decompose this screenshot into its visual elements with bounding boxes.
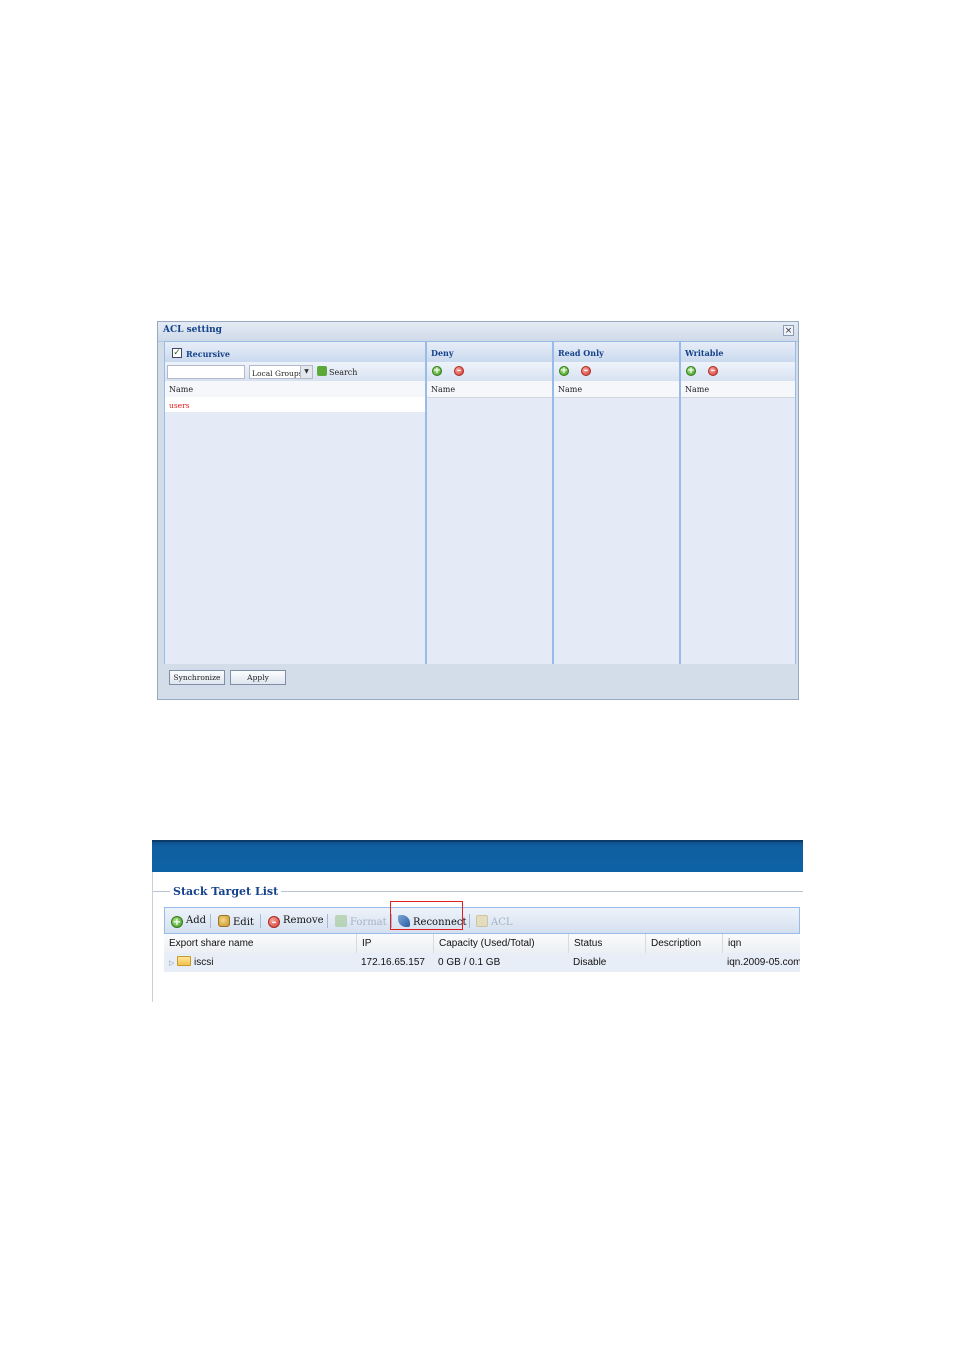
format-button[interactable]: Format <box>335 915 387 928</box>
deny-panel-title: Deny <box>431 348 454 358</box>
cell-status: Disable <box>573 957 607 968</box>
edit-button[interactable]: Edit <box>218 915 254 928</box>
add-icon[interactable]: + <box>686 366 696 376</box>
acl-setting-window: ACL setting × ✓ Recursive Local Groups ▼… <box>157 321 799 700</box>
users-groups-panel: ✓ Recursive Local Groups ▼ Search Name u… <box>164 341 426 665</box>
format-button-label: Format <box>350 917 387 928</box>
add-icon[interactable]: + <box>432 366 442 376</box>
add-button-label: Add <box>186 915 207 926</box>
column-header-iqn[interactable]: iqn <box>722 934 800 953</box>
recursive-checkbox[interactable]: ✓ <box>172 348 182 358</box>
remove-icon[interactable]: – <box>581 366 591 376</box>
column-header-description[interactable]: Description <box>645 934 722 953</box>
list-item[interactable]: users <box>165 397 425 412</box>
stack-target-list-title: Stack Target List <box>170 885 282 898</box>
acl-window-titlebar[interactable]: ACL setting × <box>158 322 798 342</box>
table-header-row: Export share name IP Capacity (Used/Tota… <box>164 934 800 954</box>
cell-iqn: iqn.2009-05.com <box>727 957 800 968</box>
cell-ip: 172.16.65.157 <box>361 957 425 968</box>
column-header-capacity[interactable]: Capacity (Used/Total) <box>433 934 568 953</box>
remove-icon[interactable]: – <box>454 366 464 376</box>
users-column-header[interactable]: Name <box>165 381 425 398</box>
format-icon <box>335 915 347 927</box>
search-button[interactable]: Search <box>317 366 357 378</box>
add-icon[interactable]: + <box>559 366 569 376</box>
deny-panel: Deny + – Name <box>426 341 553 665</box>
read-only-column-name: Name <box>558 385 583 394</box>
remove-button-label: Remove <box>283 915 324 926</box>
stack-target-toolbar: + Add Edit – Remove Format Reconnect ACL <box>164 907 800 934</box>
remove-button[interactable]: – Remove <box>268 915 324 928</box>
add-icon: + <box>171 916 183 928</box>
users-column-name: Name <box>169 385 194 394</box>
stack-target-body: Stack Target List + Add Edit – Remove Form… <box>152 872 803 1002</box>
writable-panel-header: Writable <box>681 342 795 363</box>
toolbar-separator <box>260 914 261 928</box>
cell-description <box>645 953 722 972</box>
column-header-status[interactable]: Status <box>568 934 645 953</box>
table-row[interactable]: ▷ iscsi 172.16.65.157 0 GB / 0.1 GB Disab… <box>164 953 800 972</box>
header-banner <box>152 840 803 872</box>
deny-column-name: Name <box>431 385 456 394</box>
column-header-ip[interactable]: IP <box>356 934 433 953</box>
edit-button-label: Edit <box>233 917 254 928</box>
writable-panel-toolbar: + – <box>681 362 795 382</box>
add-button[interactable]: + Add <box>171 915 206 928</box>
deny-column-header[interactable]: Name <box>427 381 552 398</box>
list-item-label: users <box>169 401 190 410</box>
search-button-label: Search <box>329 368 358 377</box>
deny-panel-header: Deny <box>427 342 552 363</box>
acl-button[interactable]: ACL <box>476 915 513 928</box>
remove-icon[interactable]: – <box>708 366 718 376</box>
acl-window-title: ACL setting <box>163 325 222 335</box>
remove-icon: – <box>268 916 280 928</box>
group-type-select[interactable]: Local Groups ▼ <box>249 365 313 379</box>
deny-panel-toolbar: + – <box>427 362 552 382</box>
writable-panel-title: Writable <box>685 348 724 358</box>
edit-icon <box>218 915 230 927</box>
read-only-panel-toolbar: + – <box>554 362 679 382</box>
read-only-panel-title: Read Only <box>558 348 604 358</box>
acl-icon <box>476 915 488 927</box>
acl-button-label: ACL <box>491 917 513 928</box>
synchronize-button[interactable]: Synchronize <box>169 670 225 685</box>
chevron-down-icon[interactable]: ▼ <box>300 366 312 378</box>
toolbar-separator <box>469 914 470 928</box>
writable-column-header[interactable]: Name <box>681 381 795 398</box>
users-panel-toolbar: Local Groups ▼ Search <box>165 362 425 382</box>
search-input[interactable] <box>167 365 245 379</box>
cell-capacity: 0 GB / 0.1 GB <box>438 957 501 968</box>
stack-target-section: Stack Target List + Add Edit – Remove Form… <box>152 840 803 1002</box>
users-panel-header: ✓ Recursive <box>165 342 425 363</box>
users-list: users <box>165 397 425 664</box>
read-only-panel: Read Only + – Name <box>553 341 680 665</box>
toolbar-separator <box>210 914 211 928</box>
expand-arrow-icon[interactable]: ▷ <box>169 954 177 972</box>
search-puzzle-icon <box>317 366 327 376</box>
acl-window-footer: Synchronize Apply <box>158 664 798 699</box>
read-only-column-header[interactable]: Name <box>554 381 679 398</box>
writable-column-name: Name <box>685 385 710 394</box>
column-header-export-share-name[interactable]: Export share name <box>164 934 356 953</box>
toolbar-separator <box>327 914 328 928</box>
cell-export-share-name-text: iscsi <box>194 957 214 968</box>
writable-panel: Writable + – Name <box>680 341 796 665</box>
folder-icon <box>177 956 191 966</box>
reconnect-highlight-box <box>390 901 463 930</box>
recursive-label: Recursive <box>186 349 230 359</box>
apply-button[interactable]: Apply <box>230 670 286 685</box>
read-only-panel-header: Read Only <box>554 342 679 363</box>
cell-export-share-name: ▷ iscsi <box>164 953 356 972</box>
close-icon[interactable]: × <box>783 325 794 336</box>
group-select-value: Local Groups <box>252 369 303 378</box>
